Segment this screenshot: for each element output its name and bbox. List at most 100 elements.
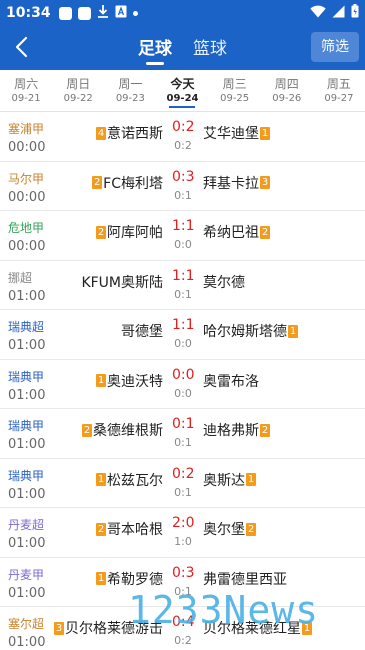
away-team: 哈尔姆斯塔德 1: [203, 321, 298, 341]
half-time-score: 0:1: [174, 485, 192, 499]
league-name: 马尔甲: [8, 171, 45, 186]
home-team-name: KFUM奥斯陆: [81, 274, 163, 291]
home-team: 1 希勒罗德: [96, 569, 163, 589]
filter-button[interactable]: 筛选: [311, 32, 359, 62]
home-team: 1 松兹瓦尔: [96, 470, 163, 490]
match-row[interactable]: 塞浦甲 00:00 4 意诺西斯 0:2 0:2 艾华迪堡 1: [0, 112, 365, 162]
match-row[interactable]: 瑞典超 01:00 哥德堡 1:1 0:0 哈尔姆斯塔德 1: [0, 310, 365, 360]
date-tab[interactable]: 周四 09-26: [261, 70, 313, 111]
match-list: 塞浦甲 00:00 4 意诺西斯 0:2 0:2 艾华迪堡 1 马尔甲 00:00 …: [0, 112, 365, 650]
date-tab-weekday: 周四: [274, 77, 299, 91]
league-name: 瑞典甲: [8, 419, 45, 433]
full-time-score: 1:1: [172, 267, 195, 284]
full-time-score: 1:1: [172, 218, 195, 234]
date-tab-date: 09-25: [220, 93, 250, 104]
date-tab-date: 09-21: [11, 93, 41, 104]
home-team-name: 哥本哈根: [107, 522, 163, 538]
date-tab[interactable]: 周六 09-21: [0, 70, 52, 111]
home-team-name: 奥迪沃特: [107, 373, 163, 390]
half-time-score: 0:0: [174, 386, 192, 400]
home-rank-badge: 2: [92, 176, 103, 189]
watermark: 1233News: [128, 588, 320, 632]
match-time: 01:00: [8, 338, 46, 353]
away-team-name: 迪格弗斯: [203, 423, 259, 439]
full-time-score: 0:1: [172, 416, 195, 432]
away-team-name: 拜基卡拉: [203, 175, 259, 192]
match-time: 00:00: [8, 140, 46, 155]
date-selector: 周六 09-21 周日 09-22 周一 09-23 今天 09-24 周三 0…: [0, 70, 365, 112]
full-time-score: 0:3: [172, 564, 195, 581]
app-notification-icon: [115, 5, 127, 22]
match-row[interactable]: 丹麦超 01:00 2 哥本哈根 2:0 1:0 奥尔堡 2: [0, 508, 365, 558]
match-row[interactable]: 瑞典甲 01:00 1 松兹瓦尔 0:2 0:1 奥斯达 1: [0, 458, 365, 508]
home-team: 2 桑德维根斯: [82, 420, 163, 440]
away-team: 迪格弗斯 2: [203, 420, 270, 440]
full-time-score: 0:3: [172, 168, 195, 185]
full-time-score: 0:2: [172, 465, 195, 482]
match-time: 00:00: [8, 189, 46, 205]
league-name: 瑞典甲: [8, 369, 45, 384]
away-team-name: 奥斯达: [203, 472, 245, 489]
date-tab[interactable]: 周一 09-23: [104, 70, 156, 111]
league-name: 丹麦甲: [8, 567, 45, 582]
signal-icon: [332, 5, 345, 22]
match-row[interactable]: 危地甲 00:00 2 阿库阿帕 1:1 0:0 希纳巴祖 2: [0, 211, 365, 261]
home-team-name: 意诺西斯: [107, 126, 163, 142]
home-rank-badge: 2: [82, 423, 92, 437]
full-time-score: 0:0: [172, 366, 195, 383]
status-time: 10:34: [6, 5, 51, 21]
away-rank-badge: 1: [288, 324, 298, 338]
away-team-name: 哈尔姆斯塔德: [203, 324, 287, 340]
half-time-score: 1:0: [174, 535, 192, 548]
match-row[interactable]: 挪超 01:00 KFUM奥斯陆 1:1 0:1 莫尔德: [0, 260, 365, 310]
full-time-score: 1:1: [172, 317, 195, 333]
away-team: 奥斯达 1: [203, 470, 256, 490]
match-row[interactable]: 马尔甲 00:00 2 FC梅利塔 0:3 0:1 拜基卡拉 3: [0, 161, 365, 211]
date-tab[interactable]: 周五 09-27: [313, 70, 365, 111]
league-name: 丹麦超: [8, 518, 45, 532]
home-team: 2 阿库阿帕: [96, 222, 163, 242]
date-tab-weekday: 今天: [170, 77, 195, 91]
home-team: 2 FC梅利塔: [92, 173, 163, 193]
league-name: 危地甲: [8, 221, 45, 235]
match-time: 01:00: [8, 585, 46, 601]
home-team: 1 奥迪沃特: [96, 371, 163, 391]
date-tab-date: 09-22: [63, 93, 93, 104]
away-team-name: 莫尔德: [203, 274, 245, 291]
match-time: 01:00: [8, 288, 46, 304]
status-bar: 10:34: [0, 0, 365, 26]
away-rank-badge: 1: [260, 126, 270, 140]
match-row[interactable]: 瑞典甲 01:00 1 奥迪沃特 0:0 0:0 奥雷布洛: [0, 359, 365, 409]
wifi-icon: [310, 5, 326, 22]
away-rank-badge: 2: [246, 522, 256, 536]
away-rank-badge: 2: [260, 423, 270, 437]
date-tab[interactable]: 周日 09-22: [52, 70, 104, 111]
home-rank-badge: 3: [54, 621, 64, 635]
league-name: 塞尔超: [8, 617, 45, 631]
date-tab-weekday: 周日: [66, 77, 91, 91]
tab-basketball[interactable]: 篮球: [193, 34, 227, 59]
half-time-score: 0:1: [174, 287, 192, 301]
away-team: 拜基卡拉 3: [203, 173, 270, 193]
home-rank-badge: 4: [96, 126, 106, 140]
away-team: 弗雷德里西亚: [203, 569, 287, 589]
home-rank-badge: 2: [96, 225, 106, 239]
date-tab-today[interactable]: 今天 09-24: [156, 70, 208, 111]
date-tab-date: 09-23: [115, 93, 145, 104]
date-tab-date: 09-27: [324, 93, 354, 104]
home-team: 4 意诺西斯: [96, 123, 163, 143]
half-time-score: 0:1: [174, 188, 192, 202]
away-team-name: 弗雷德里西亚: [203, 571, 287, 588]
away-rank-badge: 1: [246, 473, 256, 486]
away-team: 莫尔德: [203, 272, 245, 292]
away-team: 奥雷布洛: [203, 371, 259, 391]
date-tab-weekday: 周三: [222, 77, 247, 91]
match-row[interactable]: 瑞典甲 01:00 2 桑德维根斯 0:1 0:1 迪格弗斯 2: [0, 409, 365, 459]
match-time: 01:00: [8, 635, 46, 650]
tab-football[interactable]: 足球: [138, 34, 172, 59]
home-team: 2 哥本哈根: [96, 519, 163, 539]
top-nav-bar: 足球 篮球 筛选: [0, 26, 365, 70]
date-tab[interactable]: 周三 09-25: [209, 70, 261, 111]
home-rank-badge: 1: [96, 374, 106, 387]
home-team-name: 阿库阿帕: [107, 225, 163, 241]
